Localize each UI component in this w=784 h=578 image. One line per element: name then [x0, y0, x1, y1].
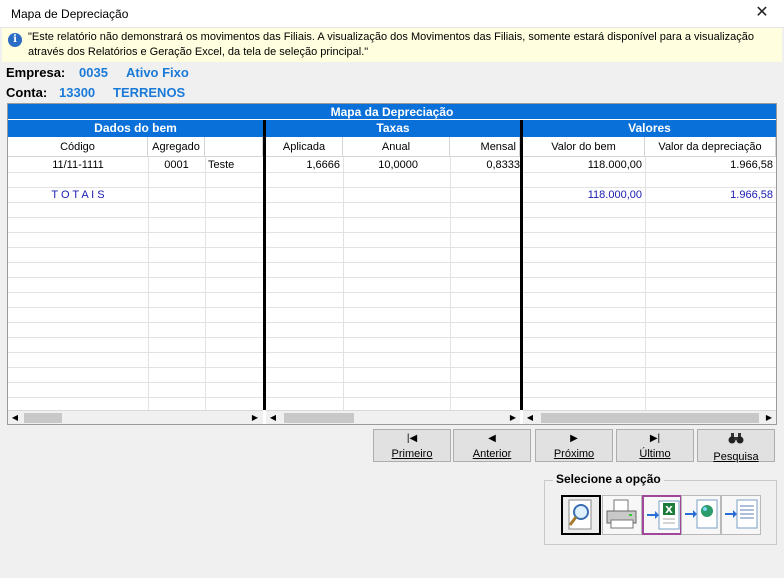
cell-mensal: 0,8333	[486, 159, 520, 171]
grid-line	[148, 157, 149, 410]
previous-icon: ◀	[488, 433, 496, 444]
next-icon: ▶	[570, 433, 578, 444]
horizontal-scrollbar[interactable]: ◀ ▶	[8, 410, 263, 424]
horizontal-scrollbar[interactable]: ◀ ▶	[266, 410, 520, 424]
empresa-code: 0035	[79, 65, 108, 80]
grid-line	[8, 382, 776, 383]
cell-codigo: 11/11-1111	[52, 159, 104, 171]
grid-line	[205, 157, 206, 410]
empresa-label: Empresa:	[6, 65, 66, 80]
close-button[interactable]: ✕	[740, 0, 784, 28]
scroll-left-icon[interactable]: ◀	[8, 411, 22, 424]
column-header-agregado[interactable]: Agregado	[148, 137, 205, 157]
grid-title: Mapa da Depreciação	[8, 104, 776, 120]
printer-icon	[606, 499, 637, 529]
horizontal-scrollbar[interactable]: ◀ ▶	[523, 410, 776, 424]
title-bar: Mapa de Depreciação ✕	[0, 0, 784, 28]
scroll-thumb[interactable]	[284, 413, 354, 423]
scroll-left-icon[interactable]: ◀	[266, 411, 280, 424]
column-header-codigo[interactable]: Código	[8, 137, 148, 157]
column-header-mensal[interactable]: Mensal	[450, 137, 520, 157]
conta-row: Conta: 13300 TERRENOS	[6, 85, 185, 100]
previous-button-label: Anterior	[472, 448, 512, 460]
column-header-valor-bem[interactable]: Valor do bem	[523, 137, 645, 157]
scroll-thumb[interactable]	[24, 413, 62, 423]
last-button-label: Último	[639, 448, 671, 460]
totals-label: T O T A I S	[51, 189, 105, 201]
web-export-button[interactable]	[681, 495, 721, 535]
excel-export-button[interactable]: X	[642, 495, 682, 535]
column-header-descricao[interactable]	[205, 137, 263, 157]
grid-line	[8, 217, 776, 218]
skip-last-icon: ▶|	[649, 433, 661, 444]
pane-separator[interactable]	[263, 120, 266, 410]
svg-text:X: X	[665, 505, 673, 516]
grid-line	[8, 322, 776, 323]
previous-button[interactable]: ◀ Anterior	[453, 429, 531, 462]
group-header-valores: Valores	[523, 120, 776, 137]
first-button-label: Primeiro	[391, 448, 433, 460]
grid-line	[8, 247, 776, 248]
grid-line	[343, 157, 344, 410]
next-button-label: Próximo	[553, 448, 595, 460]
text-export-icon	[725, 499, 758, 529]
text-export-button[interactable]	[721, 495, 761, 535]
grid-line	[8, 277, 776, 278]
depreciation-grid[interactable]: Mapa da Depreciação Dados do bem Taxas V…	[7, 103, 777, 425]
grid-line	[8, 307, 776, 308]
grid-line	[8, 352, 776, 353]
skip-first-icon: |◀	[406, 433, 418, 444]
cell-valor-bem: 118.000,00	[587, 159, 642, 171]
conta-code: 13300	[59, 85, 96, 100]
empresa-row: Empresa: 0035 Ativo Fixo	[6, 65, 189, 80]
grid-line	[8, 262, 776, 263]
cell-aplicada: 1,6666	[306, 159, 340, 171]
web-export-icon	[685, 499, 718, 529]
last-button[interactable]: ▶| Último	[616, 429, 694, 462]
grid-line	[8, 337, 776, 338]
group-header-taxas: Taxas	[266, 120, 520, 137]
column-header-anual[interactable]: Anual	[343, 137, 450, 157]
info-icon: i	[8, 33, 22, 47]
search-button-label: Pesquisa	[713, 451, 759, 463]
scroll-right-icon[interactable]: ▶	[762, 411, 776, 424]
scroll-right-icon[interactable]: ▶	[506, 411, 520, 424]
conta-label: Conta:	[6, 85, 48, 100]
cell-descricao: Teste	[208, 159, 235, 171]
first-button[interactable]: |◀ Primeiro	[373, 429, 451, 462]
grid-line	[8, 232, 776, 233]
totals-valor-depreciacao: 1.966,58	[730, 189, 773, 201]
preview-icon	[568, 499, 592, 530]
cell-anual: 10,0000	[378, 159, 418, 171]
scroll-right-icon[interactable]: ▶	[248, 411, 262, 424]
print-button[interactable]	[602, 495, 642, 535]
scroll-left-icon[interactable]: ◀	[523, 411, 537, 424]
grid-line	[8, 292, 776, 293]
cell-agregado: 0001	[164, 159, 189, 171]
column-header-aplicada[interactable]: Aplicada	[266, 137, 343, 157]
options-title: Selecione a opção	[553, 472, 664, 486]
binoculars-icon-svg	[728, 433, 744, 444]
empresa-name: Ativo Fixo	[126, 65, 189, 80]
window-title: Mapa de Depreciação	[11, 7, 129, 21]
conta-name: TERRENOS	[113, 85, 186, 100]
next-button[interactable]: ▶ Próximo	[535, 429, 613, 462]
preview-button[interactable]	[561, 495, 601, 535]
search-button[interactable]: Pesquisa	[697, 429, 775, 463]
column-header-valor-depreciacao[interactable]: Valor da depreciação	[645, 137, 776, 157]
notice-text: "Este relatório não demonstrará os movim…	[28, 31, 754, 58]
cell-valor-depreciacao: 1.966,58	[730, 159, 773, 171]
scroll-thumb[interactable]	[541, 413, 759, 423]
binoculars-icon	[698, 433, 774, 448]
notice-bar: i "Este relatório não demonstrará os mov…	[2, 28, 782, 62]
pane-separator[interactable]	[520, 120, 523, 410]
totals-valor-bem: 118.000,00	[587, 189, 642, 201]
excel-export-icon: X	[647, 500, 680, 530]
grid-line	[450, 157, 451, 410]
grid-line	[8, 397, 776, 398]
group-header-dados: Dados do bem	[8, 120, 263, 137]
grid-line	[8, 367, 776, 368]
